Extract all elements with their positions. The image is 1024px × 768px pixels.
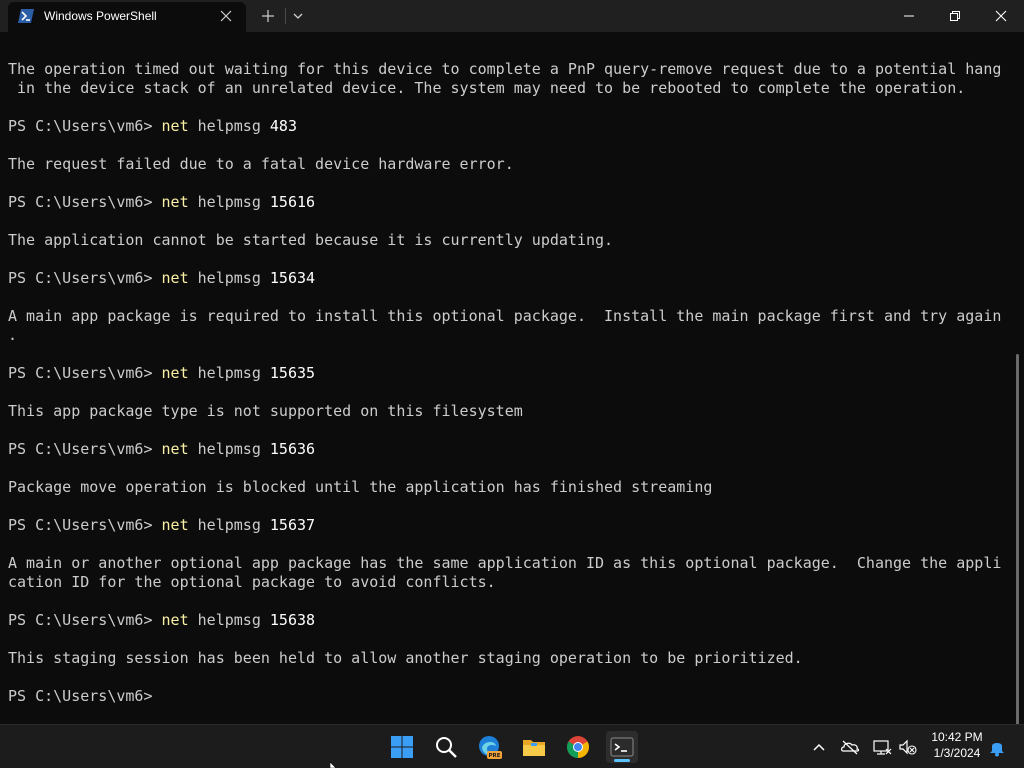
command-number: 15638	[269, 611, 316, 629]
command-args: helpmsg	[188, 440, 270, 458]
prompt-line: PS C:\Users\vm6> net helpmsg 483	[8, 117, 297, 136]
prompt: PS C:\Users\vm6>	[8, 516, 162, 534]
search-icon	[436, 737, 457, 758]
search-button[interactable]	[430, 731, 462, 763]
output-line: Package move operation is blocked until …	[8, 478, 713, 496]
output-line: in the device stack of an unrelated devi…	[8, 79, 966, 97]
output-line: .	[8, 326, 18, 344]
command-args: helpmsg	[188, 364, 270, 382]
clock-date: 1/3/2024	[933, 746, 981, 760]
command: net	[161, 193, 189, 211]
tab-title: Windows PowerShell	[44, 9, 157, 23]
notification-bell-icon[interactable]	[987, 737, 1007, 757]
prompt: PS C:\Users\vm6>	[8, 611, 162, 629]
command: net	[161, 516, 189, 534]
command: net	[161, 440, 189, 458]
prompt: PS C:\Users\vm6>	[8, 440, 162, 458]
powershell-icon	[18, 9, 34, 23]
output-line: The operation timed out waiting for this…	[8, 60, 1002, 78]
plus-icon[interactable]	[260, 8, 276, 24]
edge-badge: PRE	[488, 753, 500, 759]
tab-separator	[285, 8, 286, 24]
start-button[interactable]	[386, 731, 418, 763]
edge-beta-button[interactable]: PRE	[474, 731, 506, 763]
file-explorer-button[interactable]	[518, 731, 550, 763]
close-icon[interactable]	[219, 9, 233, 23]
close-icon	[995, 10, 1007, 22]
output-line: The request failed due to a fatal device…	[8, 155, 514, 173]
onedrive-icon[interactable]	[840, 737, 860, 757]
command-args: helpmsg	[188, 193, 270, 211]
command: net	[161, 269, 189, 287]
prompt: PS C:\Users\vm6>	[8, 193, 162, 211]
tab-windows-powershell[interactable]: Windows PowerShell	[8, 2, 246, 32]
prompt-line: PS C:\Users\vm6> net helpmsg 15636	[8, 440, 315, 459]
output-line: A main app package is required to instal…	[8, 307, 1002, 325]
command-args: helpmsg	[188, 117, 270, 135]
prompt-line: PS C:\Users\vm6> net helpmsg 15637	[8, 516, 315, 535]
output-line: A main or another optional app package h…	[8, 554, 1002, 572]
command-number: 483	[269, 117, 297, 135]
terminal-icon	[610, 737, 634, 757]
prompt: PS C:\Users\vm6>	[8, 687, 162, 705]
title-bar: Windows PowerShell	[0, 0, 1024, 32]
command-number: 15637	[269, 516, 316, 534]
command: net	[161, 117, 189, 135]
command-args: helpmsg	[188, 269, 270, 287]
close-window-button[interactable]	[978, 0, 1024, 32]
output-line: cation ID for the optional package to av…	[8, 573, 496, 591]
file-explorer-icon	[523, 740, 545, 756]
output-line: This staging session has been held to al…	[8, 649, 803, 667]
command: net	[161, 364, 189, 382]
output-line: The application cannot be started becaus…	[8, 231, 614, 249]
command-number: 15634	[269, 269, 316, 287]
windows-start-icon	[391, 736, 413, 758]
prompt-line: PS C:\Users\vm6> net helpmsg 15634	[8, 269, 315, 288]
command-args: helpmsg	[188, 516, 270, 534]
command-args: helpmsg	[188, 611, 270, 629]
chevron-up-icon[interactable]	[809, 737, 829, 757]
command-number: 15616	[269, 193, 316, 211]
command-number: 15636	[269, 440, 316, 458]
clock[interactable]: 10:42 PM 1/3/2024	[926, 729, 988, 761]
command-number: 15635	[269, 364, 316, 382]
prompt: PS C:\Users\vm6>	[8, 269, 162, 287]
prompt: PS C:\Users\vm6>	[8, 117, 162, 135]
minimize-icon	[904, 15, 914, 17]
current-prompt[interactable]: PS C:\Users\vm6>	[8, 687, 162, 706]
taskbar: PRE 10:42 PM 1/3/2024	[0, 724, 1024, 768]
network-icon[interactable]	[872, 737, 892, 757]
chevron-down-icon[interactable]	[292, 10, 304, 22]
prompt-line: PS C:\Users\vm6> net helpmsg 15638	[8, 611, 315, 630]
active-app-indicator	[614, 759, 630, 762]
restore-icon	[950, 11, 960, 21]
command: net	[161, 611, 189, 629]
terminal-output[interactable]: The operation timed out waiting for this…	[0, 32, 1024, 734]
scrollbar[interactable]	[1016, 354, 1019, 734]
clock-time: 10:42 PM	[931, 730, 983, 744]
prompt: PS C:\Users\vm6>	[8, 364, 162, 382]
chrome-button[interactable]	[562, 731, 594, 763]
prompt-line: PS C:\Users\vm6> net helpmsg 15635	[8, 364, 315, 383]
chrome-icon	[567, 736, 589, 758]
mouse-cursor-icon	[330, 762, 337, 768]
speaker-muted-icon[interactable]	[898, 737, 918, 757]
prompt-line: PS C:\Users\vm6> net helpmsg 15616	[8, 193, 315, 212]
minimize-button[interactable]	[886, 0, 932, 32]
output-line: This app package type is not supported o…	[8, 402, 523, 420]
edge-beta-icon: PRE	[479, 736, 502, 759]
maximize-button[interactable]	[932, 0, 978, 32]
